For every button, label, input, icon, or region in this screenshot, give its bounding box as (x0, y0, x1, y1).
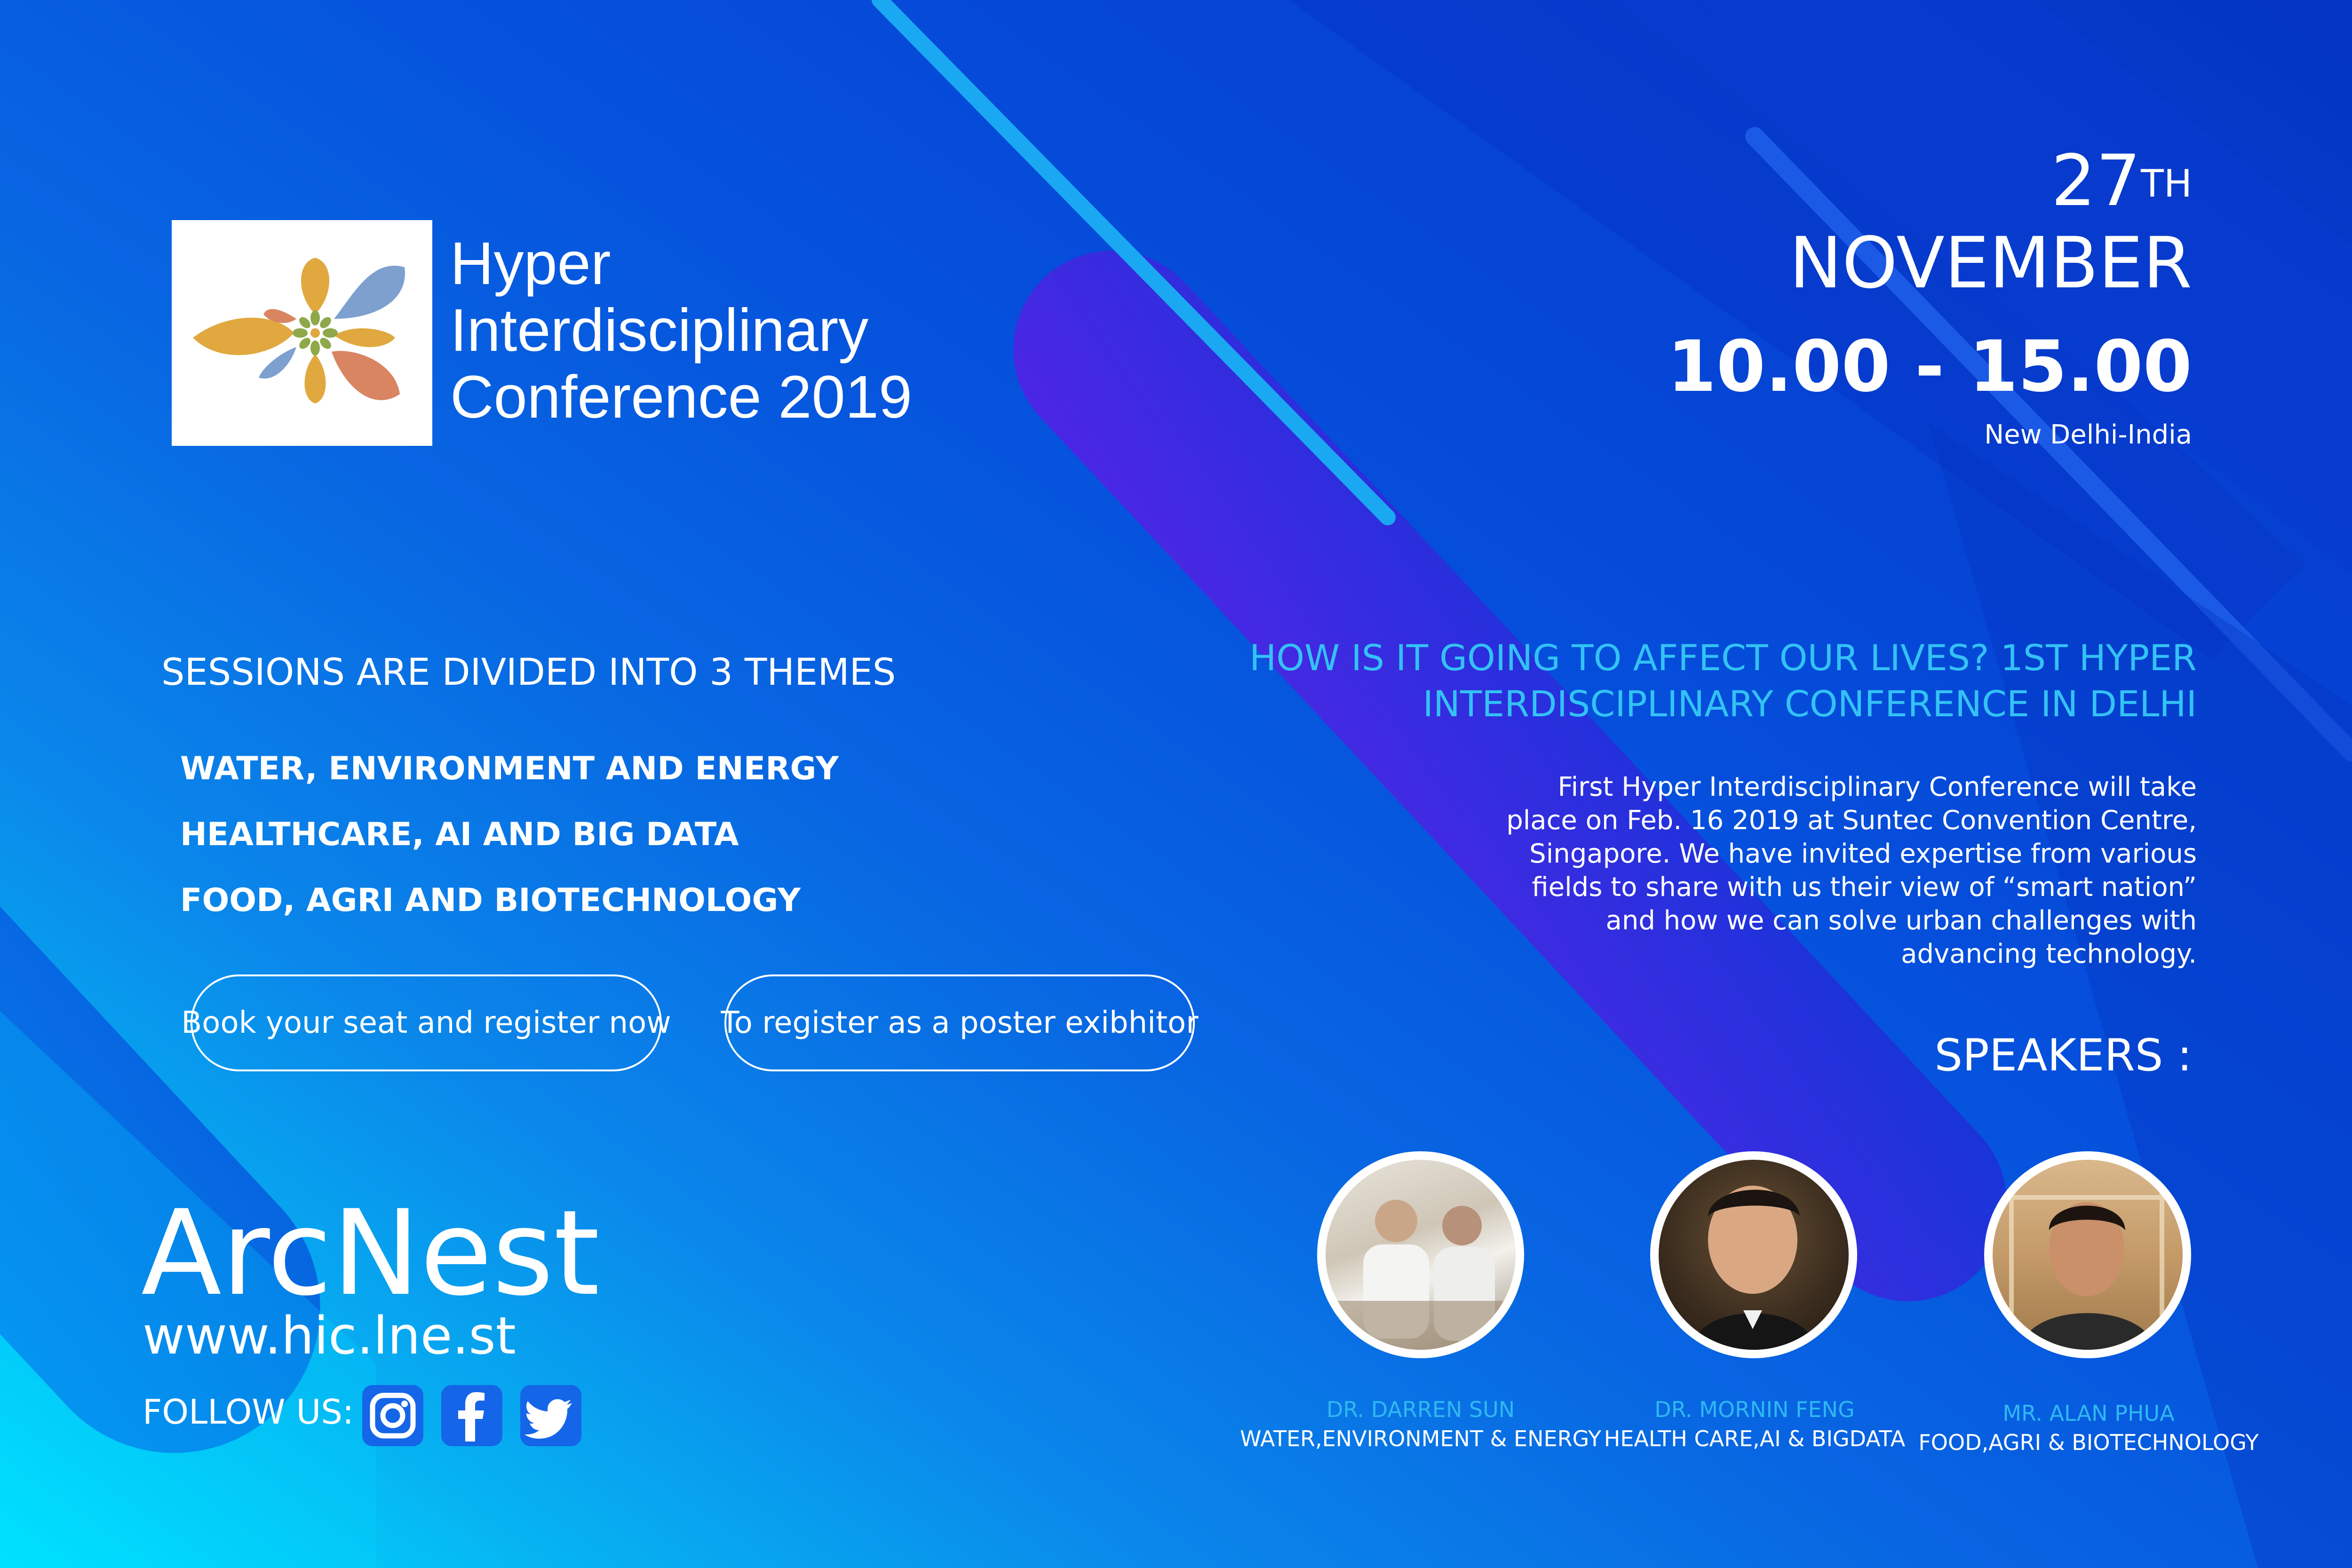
event-time: 10.00 - 15.00 (1667, 326, 2192, 408)
speaker-photo (1326, 1200, 1516, 1350)
title-line-1: Hyper (450, 230, 611, 297)
title-line-2: Interdisciplinary (450, 297, 869, 364)
flower-logo-icon (193, 258, 405, 404)
speaker-photo (1692, 1186, 1816, 1350)
follow-us-label: FOLLOW US: (143, 1392, 354, 1432)
poster: Hyper Interdisciplinary Conference 2019 … (0, 0, 2352, 1568)
event-day-suffix: TH (2140, 162, 2192, 206)
theme-item: FOOD, AGRI AND BIOTECHNOLOGY (180, 882, 801, 919)
speaker-avatar (1650, 1151, 1857, 1358)
twitter-icon[interactable] (520, 1385, 581, 1446)
description: First Hyper Interdisciplinary Conference… (1506, 772, 2197, 969)
speaker-avatar (1317, 1151, 1524, 1358)
speaker-photo (1993, 1160, 2183, 1350)
conference-title: Hyper Interdisciplinary Conference 2019 (450, 230, 912, 431)
theme-item: HEALTHCARE, AI AND BIG DATA (180, 816, 739, 853)
headline-line-2: INTERDISCIPLINARY CONFERENCE IN DELHI (1422, 683, 2197, 725)
event-month: NOVEMBER (1789, 222, 2192, 304)
theme-item: WATER, ENVIRONMENT AND ENERGY (180, 750, 839, 787)
themes-heading: SESSIONS ARE DIVIDED INTO 3 THEMES (161, 651, 896, 694)
event-location: New Delhi-India (1984, 420, 2192, 450)
event-date-block: 27TH NOVEMBER 10.00 - 15.00 New Delhi-In… (1667, 141, 2192, 451)
conference-logo (172, 220, 432, 446)
brand-name: ArcNest (141, 1185, 600, 1322)
book-seat-button[interactable]: Book your seat and register now (181, 974, 671, 1071)
event-day-number: 27 (2051, 140, 2141, 222)
headline-line-1: HOW IS IT GOING TO AFFECT OUR LIVES? 1ST… (1249, 637, 2197, 679)
headline-question: HOW IS IT GOING TO AFFECT OUR LIVES? 1ST… (1162, 635, 2197, 727)
event-day: 27TH (1667, 141, 2192, 221)
facebook-icon[interactable] (441, 1385, 502, 1446)
website-link[interactable]: www.hic.lne.st (143, 1307, 516, 1364)
title-line-3: Conference 2019 (450, 364, 913, 431)
speakers-heading: SPEAKERS : (1934, 1030, 2192, 1081)
speaker-name: MR. ALAN PHUA (2002, 1401, 2175, 1426)
poster-exhibitor-button[interactable]: To register as a poster exibhitor (721, 974, 1199, 1071)
instagram-icon[interactable] (362, 1385, 423, 1446)
speaker-topic: FOOD,AGRI & BIOTECHNOLOGY (1918, 1430, 2259, 1455)
speaker-avatar (1984, 1151, 2191, 1358)
